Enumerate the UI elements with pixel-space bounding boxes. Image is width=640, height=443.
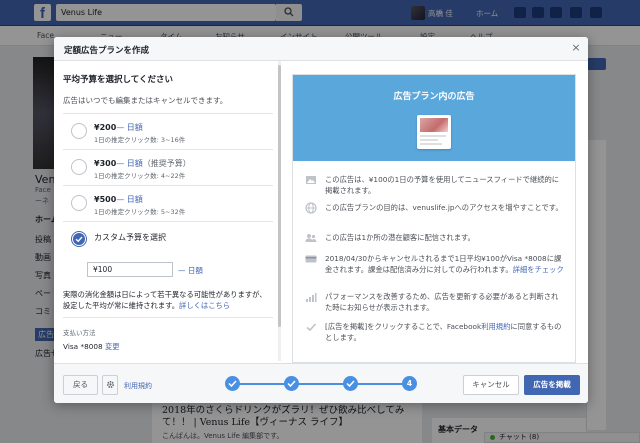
recommended-tag: （推奨予算） — [142, 159, 191, 168]
globe-icon — [305, 202, 317, 214]
ad-preview-thumbnail — [417, 115, 451, 149]
summary-text: この広告は、¥100の1日の予算を使用してニュースフィードで継続的に掲載されます… — [325, 175, 560, 195]
check-icon — [228, 380, 237, 387]
terms-text: [広告を掲載]をクリックすることで、Facebook — [325, 322, 482, 331]
option-period: — 日額 — [116, 123, 143, 132]
preview-text-line — [420, 135, 446, 137]
option-estimate: 1日の推定クリック数: 5~32件 — [94, 208, 186, 216]
check-icon — [287, 380, 296, 387]
publish-ad-button[interactable]: 広告を掲載 — [524, 375, 580, 395]
summary-text: この広告プランの目的は、venuslife.jpへのアクセスを増やすことです。 — [325, 203, 563, 212]
custom-budget-input[interactable] — [87, 262, 173, 277]
summary-text: パフォーマンスを改善するため、広告を更新する必要があると判断された時にお知らせが… — [325, 292, 559, 312]
scrollbar-thumb[interactable] — [278, 65, 281, 327]
budget-note-text: 実際の消化金額は日によって若干異なる可能性がありますが、設定した平均が常に維持さ… — [63, 290, 267, 310]
image-icon — [306, 176, 316, 184]
check-icon — [306, 323, 317, 332]
preview-image — [420, 118, 448, 132]
budget-section-title: 平均予算を選択してください — [63, 75, 173, 85]
option-period: — 日額 — [116, 159, 143, 168]
preview-title: 広告プラン内の広告 — [393, 92, 475, 102]
radio-button[interactable] — [71, 159, 87, 175]
budget-option-200[interactable]: ¥200— 日額 1日の推定クリック数: 3~16件 — [63, 113, 273, 149]
budget-option-500[interactable]: ¥500— 日額 1日の推定クリック数: 5~32件 — [63, 185, 273, 221]
close-icon[interactable]: × — [570, 42, 582, 54]
preview-text-line — [420, 143, 442, 145]
custom-budget-label: カスタム予算を選択 — [94, 233, 166, 242]
option-price-wrap: ¥500— 日額 — [94, 194, 143, 205]
option-period: — 日額 — [116, 195, 143, 204]
change-payment-link[interactable]: 変更 — [105, 342, 120, 351]
budget-section-desc: 広告はいつでも編集またはキャンセルできます。 — [63, 96, 228, 105]
credit-card-icon — [305, 255, 317, 263]
step-3-complete — [343, 376, 358, 391]
learn-more-link[interactable]: 詳しくはこちら — [179, 301, 230, 310]
dialog-title: 定額広告プランを作成 — [64, 46, 150, 56]
plan-summary-pane: 広告プラン内の広告 この広告は、¥100の1日の予算を使用してニュースフィードで… — [292, 74, 576, 363]
gear-icon — [106, 380, 115, 389]
dialog-header: 定額広告プランを作成 × — [54, 37, 588, 61]
check-icon — [346, 380, 355, 387]
ad-plan-dialog: 定額広告プランを作成 × 平均予算を選択してください 広告はいつでも編集またはキ… — [54, 37, 588, 403]
budget-note: 実際の消化金額は日によって若干異なる可能性がありますが、設定した平均が常に維持さ… — [63, 289, 273, 311]
option-estimate: 1日の推定クリック数: 4~22件 — [94, 172, 186, 180]
radio-button[interactable] — [71, 123, 87, 139]
radio-button[interactable] — [71, 195, 87, 211]
summary-text: この広告は1か所の潜在顧客に配信されます。 — [325, 233, 475, 242]
progress-track — [232, 383, 408, 385]
divider — [63, 317, 273, 318]
option-price-wrap: ¥300— 日額（推奨予算） — [94, 158, 191, 169]
option-price: ¥200 — [94, 123, 117, 132]
terms-of-use-link[interactable]: 利用規約 — [481, 322, 510, 331]
payment-method-label: 支払い方法 — [63, 329, 96, 337]
option-estimate: 1日の推定クリック数: 3~16件 — [94, 136, 186, 144]
cancel-button[interactable]: キャンセル — [463, 375, 519, 395]
option-price: ¥500 — [94, 195, 117, 204]
dialog-footer: 戻る 利用規約 4 キャンセル 広告を掲載 — [54, 363, 588, 403]
budget-option-300[interactable]: ¥300— 日額（推奨予算） 1日の推定クリック数: 4~22件 — [63, 149, 273, 185]
radio-button-checked[interactable] — [71, 231, 87, 247]
option-price: ¥300 — [94, 159, 117, 168]
ad-preview-banner: 広告プラン内の広告 — [293, 75, 575, 161]
summary-text: 2018/04/30からキャンセルされるまで1日平均¥100がVisa *800… — [325, 253, 565, 275]
settings-button[interactable] — [102, 375, 118, 395]
step-1-complete — [225, 376, 240, 391]
custom-budget-unit: — 日額 — [178, 266, 203, 275]
option-price-wrap: ¥200— 日額 — [94, 122, 143, 133]
payment-card: Visa *8008 — [63, 342, 103, 351]
terms-link[interactable]: 利用規約 — [124, 381, 152, 391]
performance-bars-icon — [306, 293, 317, 302]
preview-text-line — [420, 139, 438, 141]
step-4-current: 4 — [402, 376, 417, 391]
back-button[interactable]: 戻る — [63, 375, 98, 395]
step-2-complete — [284, 376, 299, 391]
people-icon — [305, 234, 317, 242]
check-circle-icon — [73, 233, 85, 245]
billing-details-link[interactable]: 詳細をチェック — [513, 265, 564, 274]
summary-text: [広告を掲載]をクリックすることで、Facebook利用規約に同意するものとしま… — [325, 321, 565, 343]
payment-method: Visa *8008 変更 — [63, 342, 120, 352]
